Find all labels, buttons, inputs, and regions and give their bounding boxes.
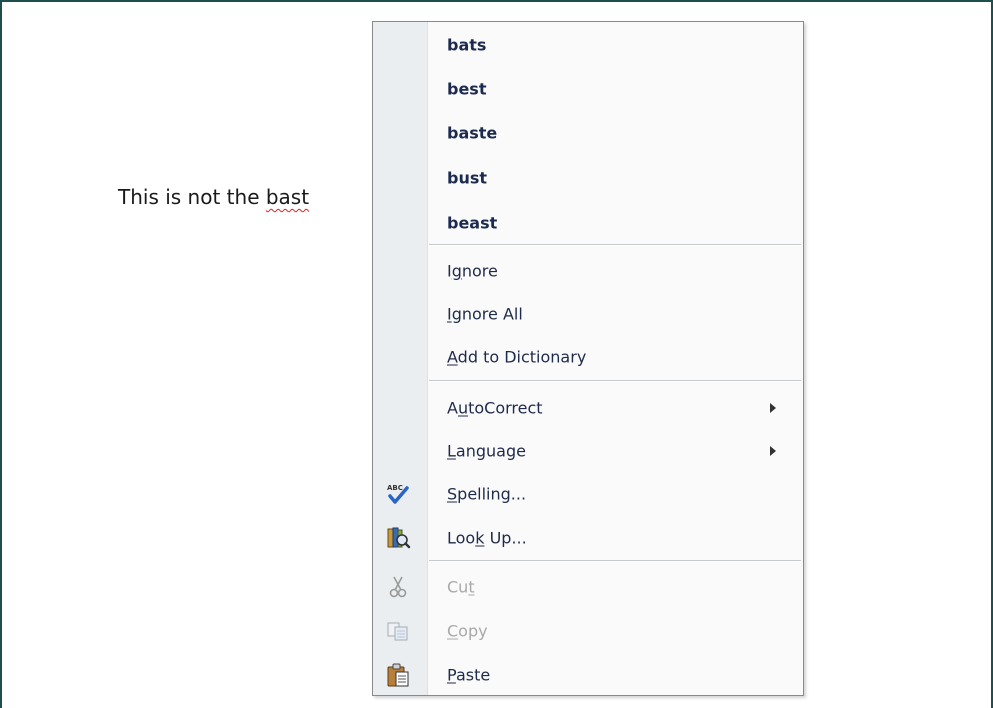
scissors-icon xyxy=(385,574,411,600)
copy-icon xyxy=(385,618,411,644)
ignore-label: Ignore xyxy=(447,261,498,281)
language-label: Language xyxy=(447,441,526,461)
spelling-label: Spelling... xyxy=(447,484,527,504)
copy-label: Copy xyxy=(447,621,488,641)
language-menu-item[interactable]: Language xyxy=(373,429,803,473)
add-to-dictionary-menu-item[interactable]: Add to Dictionary xyxy=(373,335,803,379)
look-up-label: Look Up... xyxy=(447,528,527,548)
suggestion-label: baste xyxy=(447,123,498,143)
look-up-menu-item[interactable]: Look Up... xyxy=(373,516,803,560)
spelling-abc-check-icon: ABC xyxy=(385,481,411,507)
menu-separator xyxy=(429,380,801,382)
research-book-icon xyxy=(385,525,411,551)
ignore-menu-item[interactable]: Ignore xyxy=(373,249,803,293)
suggestion-best[interactable]: best xyxy=(373,67,803,111)
cut-label: Cut xyxy=(447,577,475,597)
submenu-arrow-icon xyxy=(770,403,776,413)
cut-menu-item[interactable]: Cut xyxy=(373,565,803,609)
menu-separator xyxy=(429,244,801,246)
autocorrect-label: AutoCorrect xyxy=(447,398,543,418)
ignore-all-label: Ignore All xyxy=(447,304,523,324)
submenu-arrow-icon xyxy=(770,446,776,456)
spelling-context-menu: bats best baste bust beast Ignore Ignore… xyxy=(372,21,804,696)
clipboard-paste-icon xyxy=(385,662,411,688)
document-text-before: This is not the xyxy=(118,185,266,209)
add-to-dictionary-label: Add to Dictionary xyxy=(447,347,587,367)
misspelled-word[interactable]: bast xyxy=(266,185,309,209)
suggestion-bust[interactable]: bust xyxy=(373,156,803,200)
copy-menu-item[interactable]: Copy xyxy=(373,609,803,653)
autocorrect-menu-item[interactable]: AutoCorrect xyxy=(373,386,803,430)
paste-label: Paste xyxy=(447,665,491,685)
suggestion-label: beast xyxy=(447,213,498,233)
suggestion-beast[interactable]: beast xyxy=(373,201,803,245)
menu-separator xyxy=(429,560,801,562)
svg-text:ABC: ABC xyxy=(387,484,403,492)
suggestion-label: best xyxy=(447,79,487,99)
suggestion-bats[interactable]: bats xyxy=(373,23,803,67)
spelling-menu-item[interactable]: ABC Spelling... xyxy=(373,472,803,516)
suggestion-label: bust xyxy=(447,168,488,188)
paste-menu-item[interactable]: Paste xyxy=(373,653,803,697)
ignore-all-menu-item[interactable]: Ignore All xyxy=(373,292,803,336)
suggestion-label: bats xyxy=(447,35,487,55)
document-text[interactable]: This is not the bast xyxy=(118,185,309,209)
suggestion-baste[interactable]: baste xyxy=(373,111,803,155)
